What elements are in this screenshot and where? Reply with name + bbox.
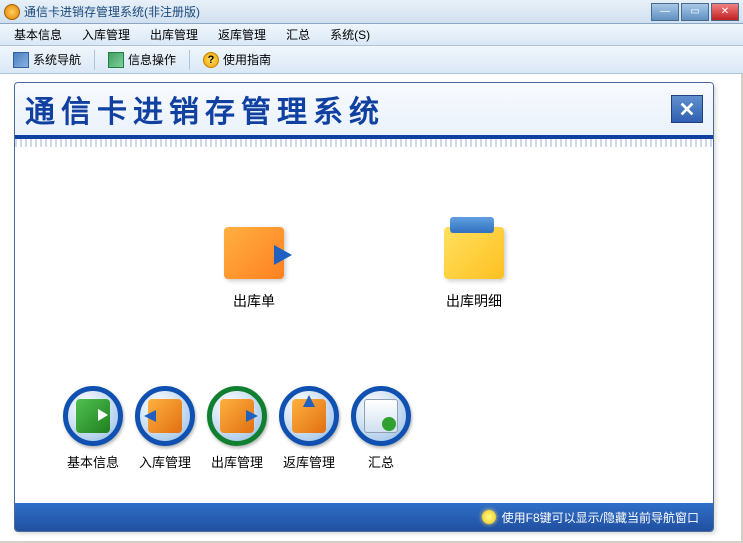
toolbar-info-label: 信息操作 — [128, 51, 176, 68]
stock-out-icon — [224, 227, 284, 279]
toolbar-divider — [189, 50, 190, 70]
toolbar-guide-label: 使用指南 — [223, 51, 271, 68]
circle-stock-in[interactable]: 入库管理 — [135, 386, 195, 471]
close-button[interactable]: ✕ — [711, 3, 739, 21]
maximize-button[interactable]: ▭ — [681, 3, 709, 21]
lightbulb-icon — [482, 510, 496, 524]
menu-return[interactable]: 返库管理 — [208, 24, 276, 45]
nav-content: 出库单 出库明细 基本信息 入库管理 出库管理 — [15, 147, 713, 487]
stock-detail-label: 出库明细 — [446, 291, 502, 311]
main-icons-row: 出库单 出库明细 — [15, 147, 713, 311]
nav-header: 通信卡进销存管理系统 — [15, 83, 713, 139]
nav-window: 通信卡进销存管理系统 出库单 出库明细 基本信息 — [14, 82, 714, 532]
menu-summary[interactable]: 汇总 — [276, 24, 320, 45]
circle-return-label: 返库管理 — [283, 452, 335, 471]
stock-out-label: 出库单 — [233, 291, 275, 311]
nav-title: 通信卡进销存管理系统 — [25, 87, 385, 131]
close-icon — [678, 100, 696, 118]
menu-stock-out[interactable]: 出库管理 — [140, 24, 208, 45]
status-text: 使用F8键可以显示/隐藏当前导航窗口 — [502, 509, 699, 526]
window-title: 通信卡进销存管理系统(非注册版) — [24, 3, 651, 20]
nav-icon — [13, 52, 29, 68]
circle-stockin-icon — [135, 386, 195, 446]
stock-detail-icon — [444, 227, 504, 279]
circle-return-icon — [279, 386, 339, 446]
stock-out-item[interactable]: 出库单 — [224, 227, 284, 311]
menu-bar: 基本信息 入库管理 出库管理 返库管理 汇总 系统(S) — [0, 24, 743, 46]
nav-close-button[interactable] — [671, 95, 703, 123]
window-controls: — ▭ ✕ — [651, 3, 739, 21]
toolbar-user-guide[interactable]: ? 使用指南 — [194, 48, 280, 71]
circle-basic-icon — [63, 386, 123, 446]
circle-basic-info[interactable]: 基本信息 — [63, 386, 123, 471]
menu-system[interactable]: 系统(S) — [320, 24, 380, 45]
info-icon — [108, 52, 124, 68]
title-bar: 通信卡进销存管理系统(非注册版) — ▭ ✕ — [0, 0, 743, 24]
circle-basic-label: 基本信息 — [67, 452, 119, 471]
circle-stock-out[interactable]: 出库管理 — [207, 386, 267, 471]
toolbar-divider — [94, 50, 95, 70]
workspace: 通信卡进销存管理系统 出库单 出库明细 基本信息 — [0, 74, 741, 541]
circle-stockout-icon — [207, 386, 267, 446]
app-icon — [4, 4, 20, 20]
minimize-button[interactable]: — — [651, 3, 679, 21]
menu-basic-info[interactable]: 基本信息 — [4, 24, 72, 45]
circle-nav: 基本信息 入库管理 出库管理 返库管理 汇总 — [63, 386, 411, 471]
toolbar: 系统导航 信息操作 ? 使用指南 — [0, 46, 743, 74]
help-icon: ? — [203, 52, 219, 68]
stock-detail-item[interactable]: 出库明细 — [444, 227, 504, 311]
circle-return[interactable]: 返库管理 — [279, 386, 339, 471]
toolbar-nav-label: 系统导航 — [33, 51, 81, 68]
nav-status-bar: 使用F8键可以显示/隐藏当前导航窗口 — [15, 503, 713, 531]
circle-stockout-label: 出库管理 — [211, 452, 263, 471]
decorative-stripe — [15, 139, 713, 147]
circle-summary-label: 汇总 — [368, 452, 394, 471]
circle-summary-icon — [351, 386, 411, 446]
menu-stock-in[interactable]: 入库管理 — [72, 24, 140, 45]
circle-stockin-label: 入库管理 — [139, 452, 191, 471]
toolbar-info-operation[interactable]: 信息操作 — [99, 48, 185, 71]
toolbar-system-nav[interactable]: 系统导航 — [4, 48, 90, 71]
circle-summary[interactable]: 汇总 — [351, 386, 411, 471]
